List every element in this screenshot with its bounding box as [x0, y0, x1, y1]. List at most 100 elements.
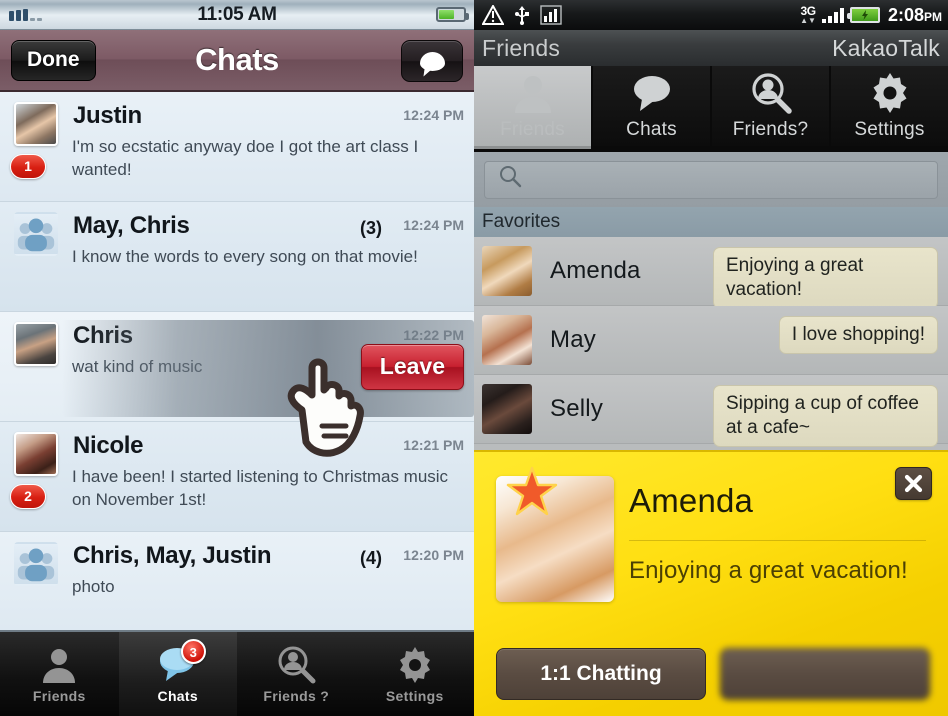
chat-name: Nicole: [73, 432, 144, 459]
avatar: [482, 246, 532, 296]
unread-badge: 2: [10, 484, 46, 509]
person-icon: [511, 71, 555, 115]
tab-label: Chats: [626, 119, 677, 140]
search-input[interactable]: [484, 160, 938, 199]
ios-kakaotalk-screen: 11:05 AM Done Chats 1 Justin 12:24 PM I'…: [0, 0, 474, 716]
android-title-bar: Friends KakaoTalk: [474, 30, 948, 66]
tab-settings[interactable]: Settings: [831, 66, 948, 149]
chat-time: 12:24 PM: [403, 107, 464, 123]
tab-label: Settings: [854, 119, 925, 140]
tab-label: Chats: [157, 687, 198, 704]
tab-find-friends[interactable]: Friends?: [712, 66, 829, 149]
one-to-one-chatting-button[interactable]: 1:1 Chatting: [496, 648, 706, 700]
table-row-swiped[interactable]: Chris 12:22 PM wat kind of music Leave: [0, 312, 474, 422]
divider: [629, 540, 926, 541]
chat-time: 12:21 PM: [403, 437, 464, 453]
secondary-action-button[interactable]: [720, 648, 930, 700]
table-row[interactable]: Chris, May, Justin (4) 12:20 PM photo: [0, 532, 474, 630]
chat-time: 12:20 PM: [403, 547, 464, 563]
network-type-indicator: 3G ▲▼: [800, 4, 816, 25]
usb-icon: [514, 5, 530, 25]
find-friends-icon: [276, 645, 316, 685]
tab-label: Friends?: [732, 119, 809, 140]
screen-title: Friends: [482, 34, 561, 61]
search-bar[interactable]: [474, 152, 948, 207]
chat-name: Chris, May, Justin: [73, 542, 272, 569]
friend-name: Amenda: [550, 257, 641, 284]
table-row[interactable]: 1 Justin 12:24 PM I'm so ecstatic anyway…: [0, 92, 474, 202]
battery-icon: [436, 7, 469, 22]
compose-bubble-icon[interactable]: [401, 40, 463, 82]
chat-preview: I have been! I started listening to Chri…: [72, 467, 449, 509]
tab-friends[interactable]: Friends: [474, 66, 591, 149]
signal-chart-icon: [540, 5, 562, 25]
search-icon: [497, 164, 523, 195]
status-message: Enjoying a great vacation!: [713, 247, 938, 309]
chat-preview: photo: [72, 577, 115, 596]
tab-label: Friends ?: [263, 687, 330, 704]
member-count: (4): [360, 548, 382, 568]
close-x-icon[interactable]: [895, 467, 932, 500]
gear-icon: [395, 645, 435, 685]
chat-name: Chris: [73, 322, 133, 349]
ios-tab-bar[interactable]: Friends 3 Chats Friends ? Settings: [0, 630, 474, 716]
tab-label: Settings: [385, 687, 444, 704]
tab-label: Friends: [32, 687, 86, 704]
ios-nav-bar: Done Chats: [0, 30, 474, 92]
chat-name: May, Chris: [73, 212, 190, 239]
done-button[interactable]: Done: [11, 39, 96, 81]
battery-charging-icon: [846, 7, 880, 23]
avatar: [14, 432, 58, 476]
sidebar-item-settings[interactable]: Settings: [356, 632, 475, 716]
table-row[interactable]: May, Chris (3) 12:24 PM I know the words…: [0, 202, 474, 312]
android-tab-bar[interactable]: Friends Chats Friends? Settings: [474, 66, 948, 152]
list-item[interactable]: Selly Sipping a cup of coffee at a cafe~: [474, 375, 948, 447]
chat-time: 12:22 PM: [403, 327, 464, 343]
chat-name: Justin: [73, 102, 142, 129]
android-status-time: 2:08PM: [887, 4, 942, 25]
chat-time: 12:24 PM: [403, 217, 464, 233]
chat-bubble-icon: [630, 71, 674, 115]
warning-triangle-icon: [482, 5, 504, 25]
gear-icon: [868, 71, 912, 115]
sidebar-item-find-friends[interactable]: Friends ?: [237, 632, 356, 716]
chat-bubble-icon: 3: [158, 638, 206, 685]
find-friends-icon: [749, 71, 793, 115]
chat-list[interactable]: 1 Justin 12:24 PM I'm so ecstatic anyway…: [0, 92, 474, 630]
friend-name: May: [550, 326, 596, 353]
table-row[interactable]: 2 Nicole 12:21 PM I have been! I started…: [0, 422, 474, 532]
popup-status-message: Enjoying a great vacation!: [629, 557, 908, 584]
tab-chats[interactable]: Chats: [593, 66, 710, 149]
friend-name: Selly: [550, 395, 604, 422]
ios-status-bar: 11:05 AM: [0, 0, 474, 30]
android-kakaotalk-screen: 3G ▲▼ 2:08PM Friends KakaoTalk Friends C…: [474, 0, 948, 716]
signal-bars-icon: [821, 7, 844, 23]
status-message: I love shopping!: [778, 316, 938, 354]
friend-profile-popup: Amenda Enjoying a great vacation! 1:1 Ch…: [474, 450, 948, 716]
tab-label: Friends: [500, 119, 565, 140]
avatar: [482, 315, 532, 365]
status-message: Sipping a cup of coffee at a cafe~: [713, 385, 938, 447]
list-item[interactable]: May I love shopping!: [474, 306, 948, 375]
avatar: [482, 384, 532, 434]
star-favorite-icon: [506, 466, 558, 518]
chat-preview: I know the words to every song on that m…: [72, 247, 418, 266]
person-icon: [39, 645, 79, 685]
ios-status-time: 11:05 AM: [197, 3, 277, 25]
group-avatar-icon: [14, 542, 58, 586]
sidebar-item-friends[interactable]: Friends: [0, 632, 119, 716]
section-header: Favorites: [474, 207, 948, 237]
list-item[interactable]: Amenda Enjoying a great vacation!: [474, 237, 948, 309]
popup-friend-name: Amenda: [629, 482, 754, 519]
sidebar-item-chats[interactable]: 3 Chats: [118, 632, 237, 716]
popup-actions[interactable]: 1:1 Chatting: [496, 648, 930, 700]
popup-avatar-wrap: [496, 466, 614, 602]
group-avatar-icon: [14, 212, 58, 256]
member-count: (3): [360, 218, 382, 238]
chat-preview: I'm so ecstatic anyway doe I got the art…: [72, 137, 419, 179]
android-status-bar: 3G ▲▼ 2:08PM: [474, 0, 948, 30]
leave-button[interactable]: Leave: [360, 344, 464, 390]
tab-badge: 3: [180, 638, 206, 664]
unread-badge: 1: [10, 154, 46, 179]
avatar: [14, 102, 58, 146]
